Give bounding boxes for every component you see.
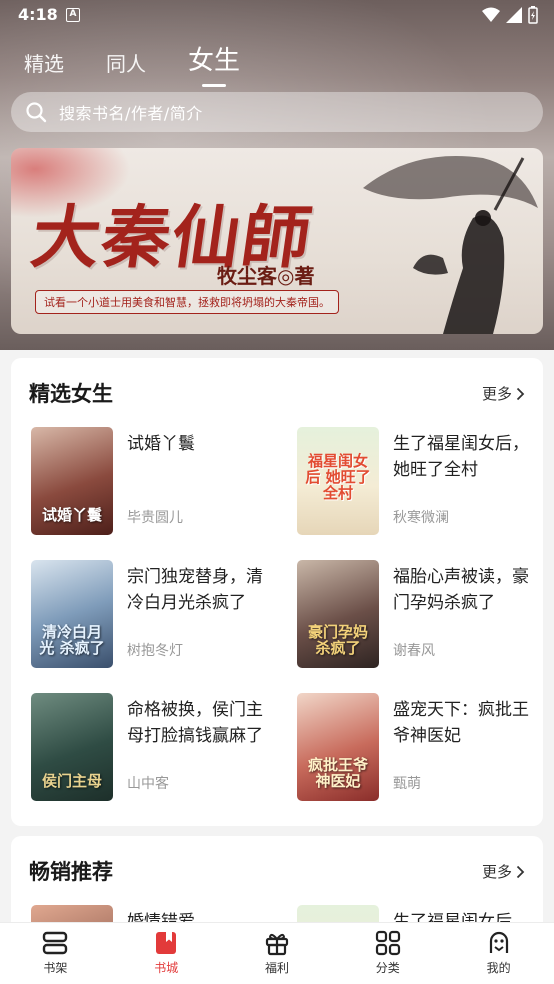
more-link[interactable]: 更多 — [482, 383, 525, 404]
section-title: 畅销推荐 — [29, 860, 113, 884]
more-label: 更多 — [481, 385, 512, 403]
tab-featured[interactable]: 精选 — [24, 48, 64, 77]
status-icons — [482, 6, 538, 24]
book-cover: 福星闺女后 她旺了全村 — [297, 427, 379, 535]
featured-female-section: 精选女生 更多 试婚丫鬟 试婚丫鬟 毕贵圆儿 福星闺女后 她旺了全村 生了福星闺… — [11, 358, 543, 826]
more-label: 更多 — [481, 863, 512, 881]
chevron-right-icon — [516, 387, 525, 400]
nav-label: 我的 — [486, 961, 511, 975]
book-cover: 清冷白月光 杀疯了 — [31, 560, 113, 668]
nav-bookstore[interactable]: 书城 — [111, 923, 222, 984]
more-link[interactable]: 更多 — [482, 861, 525, 882]
book-cover: 侯门主母 — [31, 693, 113, 801]
book-item[interactable]: 福星闺女后 她旺了全村 生了福星闺女后，她旺了全村 秋寒微澜 — [297, 427, 547, 537]
search-bar[interactable]: 搜索书名/作者/简介 — [11, 92, 543, 132]
book-author: 毕贵圆儿 — [127, 510, 183, 526]
book-title: 福胎心声被读，豪门孕妈杀疯了 — [393, 567, 529, 613]
banner-ink-figure — [363, 156, 538, 334]
tab-fanfic[interactable]: 同人 — [106, 48, 146, 77]
promo-banner[interactable]: 大秦仙師 牧尘客◎著 试看一个小道士用美食和智慧，拯救即将坍塌的大秦帝国。 — [11, 148, 543, 334]
book-item[interactable]: 豪门孕妈 杀疯了 福胎心声被读，豪门孕妈杀疯了 谢春风 — [297, 560, 547, 670]
nav-bookshelf[interactable]: 书架 — [0, 923, 111, 984]
book-title: 盛宠天下：疯批王爷神医妃 — [393, 700, 529, 746]
book-item[interactable]: 清冷白月光 杀疯了 宗门独宠替身，清冷白月光杀疯了 树抱冬灯 — [31, 560, 281, 670]
book-author: 秋寒微澜 — [393, 510, 449, 526]
book-item[interactable]: 疯批王爷 神医妃 盛宠天下：疯批王爷神医妃 甄萌 — [297, 693, 547, 803]
signal-icon — [506, 7, 522, 23]
book-title: 试婚丫鬟 — [127, 434, 195, 454]
section-title: 精选女生 — [29, 382, 113, 406]
nav-label: 书城 — [154, 961, 179, 975]
gift-icon — [265, 933, 289, 956]
app-screen: 4:18 A 精选 同人 女生 搜索书名/作者/简介 大秦仙師 牧尘客◎著 试看… — [0, 0, 554, 984]
bottom-nav: 书架 书城 福利 分类 我的 — [0, 922, 554, 984]
status-bar: 4:18 A — [0, 0, 554, 32]
nav-profile[interactable]: 我的 — [443, 923, 554, 984]
book-cover: 豪门孕妈 杀疯了 — [297, 560, 379, 668]
top-tabs: 精选 同人 女生 — [24, 40, 240, 87]
battery-icon — [528, 6, 538, 24]
book-author: 树抱冬灯 — [127, 643, 183, 659]
book-store-icon — [156, 932, 177, 954]
tab-female[interactable]: 女生 — [188, 40, 240, 87]
nav-category[interactable]: 分类 — [332, 923, 443, 984]
book-cover: 疯批王爷 神医妃 — [297, 693, 379, 801]
search-icon — [26, 102, 47, 123]
book-title: 宗门独宠替身，清冷白月光杀疯了 — [127, 567, 263, 613]
wifi-icon — [482, 7, 500, 22]
book-author: 谢春风 — [393, 643, 435, 659]
profile-icon — [489, 931, 508, 953]
book-cover: 试婚丫鬟 — [31, 427, 113, 535]
book-item[interactable]: 侯门主母 命格被换，侯门主母打脸搞钱赢麻了 山中客 — [31, 693, 281, 803]
banner-author: 牧尘客◎著 — [217, 264, 315, 288]
nav-label: 福利 — [264, 961, 289, 975]
nav-label: 书架 — [43, 961, 68, 975]
book-item[interactable]: 试婚丫鬟 试婚丫鬟 毕贵圆儿 — [31, 427, 281, 537]
book-author: 甄萌 — [393, 776, 421, 792]
nav-label: 分类 — [375, 961, 400, 975]
nav-rewards[interactable]: 福利 — [222, 923, 333, 984]
category-grid-icon — [375, 930, 400, 956]
book-title: 生了福星闺女后，她旺了全村 — [393, 434, 529, 480]
banner-slogan: 试看一个小道士用美食和智慧，拯救即将坍塌的大秦帝国。 — [35, 290, 339, 314]
status-time: 4:18 — [18, 5, 58, 24]
bookshelf-icon — [43, 931, 68, 955]
notification-icon: A — [66, 8, 80, 22]
book-title: 命格被换，侯门主母打脸搞钱赢麻了 — [127, 700, 263, 746]
search-placeholder: 搜索书名/作者/简介 — [59, 104, 203, 123]
book-author: 山中客 — [127, 776, 169, 792]
chevron-right-icon — [516, 865, 525, 878]
